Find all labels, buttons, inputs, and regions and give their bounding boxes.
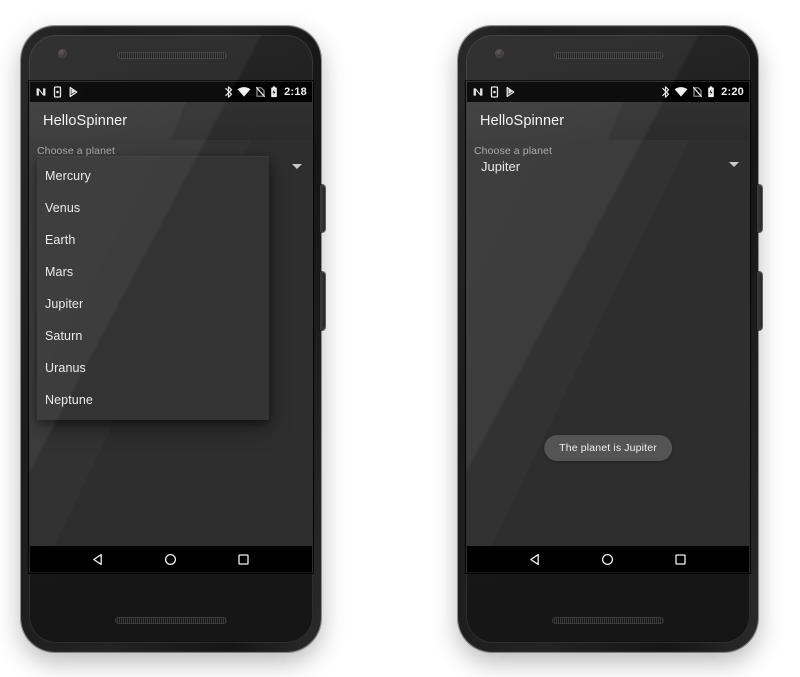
list-item[interactable]: Jupiter — [37, 288, 269, 320]
home-button[interactable] — [163, 552, 178, 567]
front-camera-icon — [495, 49, 504, 58]
navigation-bar-left — [30, 546, 312, 572]
battery-charging-icon — [708, 86, 714, 98]
no-sim-icon — [693, 86, 703, 98]
earpiece-speaker — [554, 52, 664, 59]
status-bar-left-icons — [35, 86, 80, 98]
vibrate-icon — [53, 86, 62, 98]
app-title: HelloSpinner — [43, 113, 128, 129]
app-title: HelloSpinner — [480, 113, 565, 129]
battery-charging-icon — [271, 86, 277, 98]
home-icon — [165, 553, 177, 565]
power-button[interactable] — [757, 185, 762, 232]
back-icon — [92, 553, 102, 565]
power-button[interactable] — [320, 185, 325, 232]
flag-icon — [506, 86, 515, 98]
app-bar-left: HelloSpinner — [30, 102, 312, 140]
list-item[interactable]: Uranus — [37, 352, 269, 384]
home-icon — [602, 553, 614, 565]
bluetooth-icon — [662, 86, 670, 98]
status-bar-clock: 2:18 — [284, 86, 307, 98]
list-item[interactable]: Neptune — [37, 384, 269, 416]
nfc-n-icon — [473, 88, 483, 96]
app-content-right: Choose a planet Jupiter The planet is Ju… — [467, 140, 749, 546]
list-item[interactable]: Saturn — [37, 320, 269, 352]
earpiece-speaker — [117, 52, 227, 59]
front-camera-icon — [58, 49, 67, 58]
recents-button[interactable] — [236, 552, 251, 567]
list-item[interactable]: Venus — [37, 192, 269, 224]
status-bar-right-icons: 2:18 — [224, 86, 307, 98]
volume-rocker-button[interactable] — [320, 272, 325, 330]
phone-screen-right: 2:20 HelloSpinner Choose a planet Jupite… — [467, 82, 749, 572]
volume-rocker-button[interactable] — [757, 272, 762, 330]
toast-message: The planet is Jupiter — [544, 435, 672, 461]
status-bar-right-icons: 2:20 — [661, 86, 744, 98]
wifi-icon — [237, 87, 251, 97]
status-bar-left: 2:18 — [30, 82, 312, 102]
back-icon — [529, 553, 539, 565]
vibrate-icon — [490, 86, 499, 98]
phone-device-left: 2:18 HelloSpinner Choose a planet Mercur… — [21, 26, 325, 652]
wifi-icon — [674, 87, 688, 97]
back-button[interactable] — [528, 552, 543, 567]
phone-screen-left: 2:18 HelloSpinner Choose a planet Mercur… — [30, 82, 312, 572]
status-bar-clock: 2:20 — [721, 86, 744, 98]
bluetooth-icon — [225, 86, 233, 98]
list-item[interactable]: Mars — [37, 256, 269, 288]
app-content-left: Choose a planet Mercury Venus Earth Mars… — [30, 140, 312, 546]
list-item[interactable]: Earth — [37, 224, 269, 256]
status-bar-right: 2:20 — [467, 82, 749, 102]
bottom-speaker — [115, 617, 227, 624]
status-bar-left-icons — [472, 86, 517, 98]
spinner-dropdown-list[interactable]: Mercury Venus Earth Mars Jupiter Saturn … — [37, 156, 269, 420]
list-item[interactable]: Mercury — [37, 160, 269, 192]
dropdown-arrow-icon[interactable] — [729, 162, 739, 167]
bottom-speaker — [552, 617, 664, 624]
phone-device-right: 2:20 HelloSpinner Choose a planet Jupite… — [458, 26, 762, 652]
home-button[interactable] — [600, 552, 615, 567]
recents-button[interactable] — [673, 552, 688, 567]
no-sim-icon — [256, 86, 266, 98]
back-button[interactable] — [91, 552, 106, 567]
flag-icon — [69, 86, 78, 98]
nfc-n-icon — [36, 88, 46, 96]
recents-icon — [675, 553, 686, 565]
dropdown-arrow-icon[interactable] — [292, 164, 302, 169]
navigation-bar-right — [467, 546, 749, 572]
recents-icon — [238, 553, 249, 565]
spinner-label: Choose a planet — [474, 145, 552, 157]
spinner-selected-value[interactable]: Jupiter — [481, 159, 520, 174]
app-bar-right: HelloSpinner — [467, 102, 749, 140]
